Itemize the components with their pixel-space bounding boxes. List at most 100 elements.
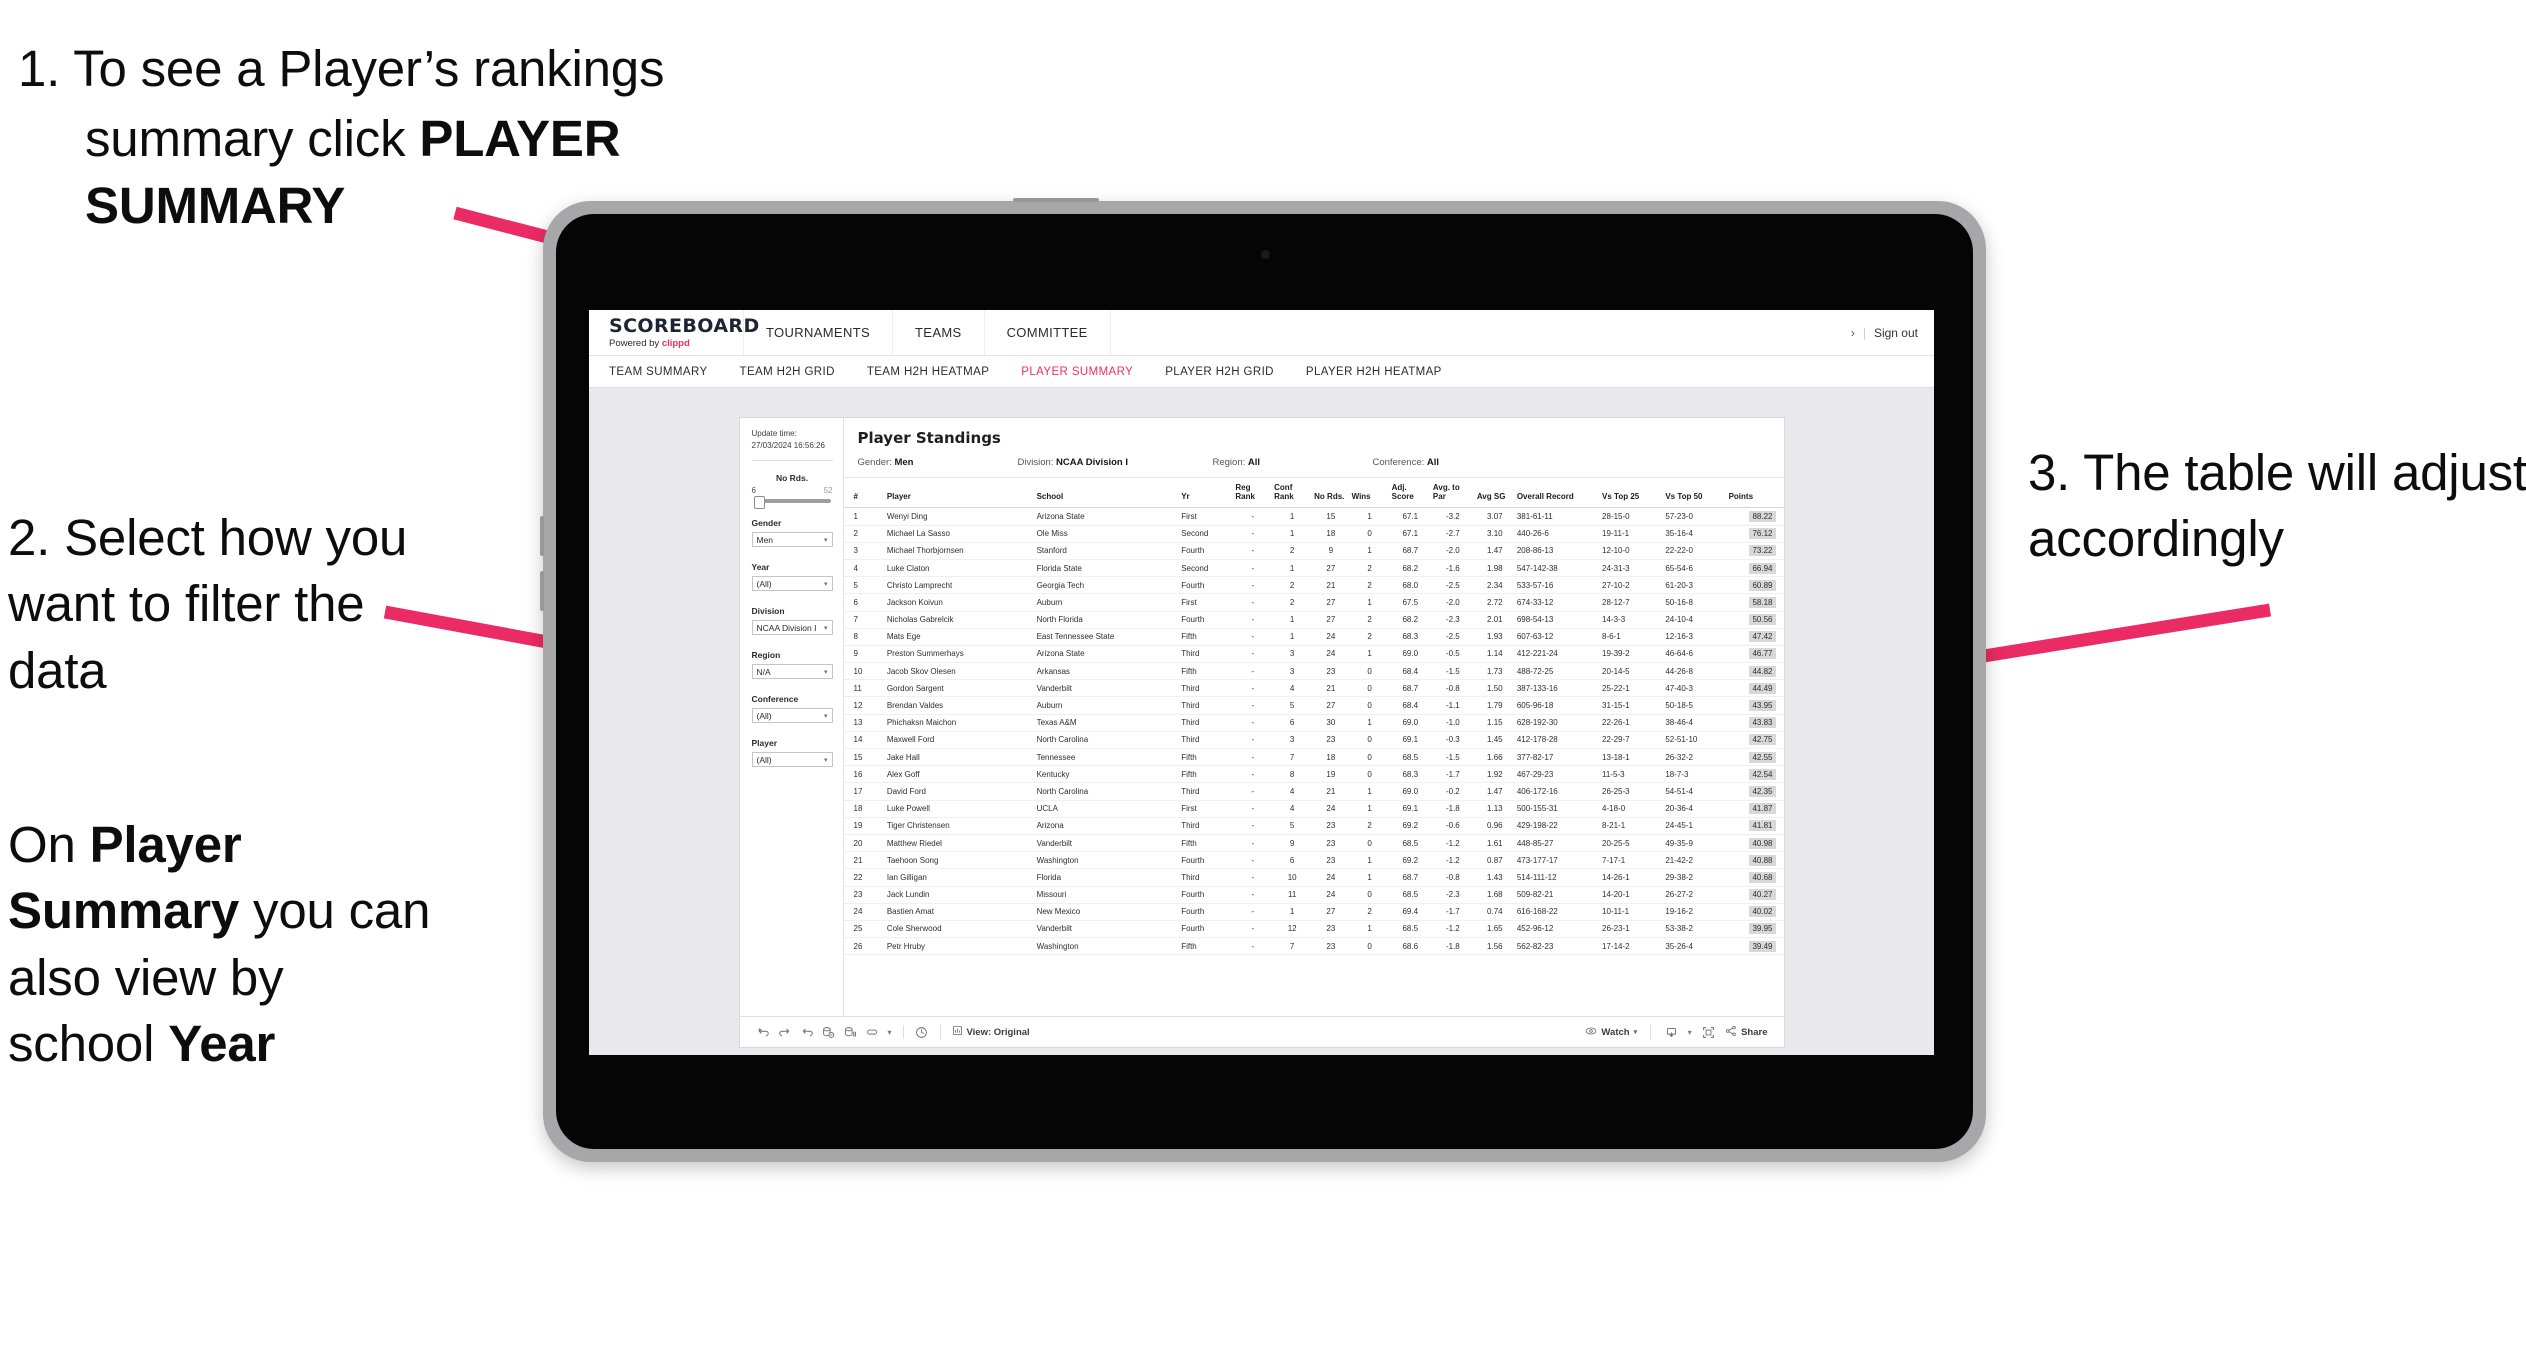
download-caret-icon[interactable]: ▾ [1684, 1028, 1695, 1037]
col-reg-rank[interactable]: Reg Rank [1233, 478, 1273, 509]
table-row[interactable]: 23 Jack Lundin Missouri Fourth -11 24 0 68.5 -2.… [843, 886, 1784, 904]
col-vs-top-25[interactable]: Vs Top 25 [1600, 478, 1664, 509]
cell-vs-top-50: 35-16-4 [1663, 525, 1727, 543]
col-player[interactable]: Player [884, 478, 1035, 509]
table-row[interactable]: 12 Brendan Valdes Auburn Third -5 27 0 68.4 -1.1… [843, 696, 1784, 715]
gender-select[interactable]: Men ▾ [751, 532, 833, 548]
revert-icon[interactable] [796, 1026, 818, 1038]
division-select[interactable]: NCAA Division I ▾ [751, 620, 833, 636]
cell-reg-rank: - [1233, 920, 1273, 939]
col-points[interactable]: Points [1726, 478, 1784, 509]
col-vs-top-50[interactable]: Vs Top 50 [1663, 478, 1727, 509]
pause-icon[interactable] [911, 1026, 933, 1039]
redo-icon[interactable] [774, 1026, 796, 1038]
cell-overall-record: 488-72-25 [1514, 662, 1601, 681]
pause-auto-updates-icon[interactable] [840, 1026, 862, 1039]
table-row[interactable]: 11 Gordon Sargent Vanderbilt Third -4 21 0 68.7… [843, 679, 1784, 698]
cell-avg-to-par: -2.0 [1430, 542, 1475, 560]
header-nav-committee[interactable]: COMMITTEE [985, 310, 1111, 355]
col-avg-to-par[interactable]: Avg. to Par [1430, 478, 1475, 509]
table-row[interactable]: 8 Mats Ege East Tennessee State Fifth -1 24 2 6… [843, 628, 1784, 646]
tab-team-h2h-heatmap[interactable]: TEAM H2H HEATMAP [867, 366, 1011, 378]
table-row[interactable]: 1 Wenyi Ding Arizona State First -1 15 1 67.1 -3… [843, 507, 1784, 526]
cell-rank: 19 [843, 817, 885, 835]
col-avg-sg[interactable]: Avg SG [1474, 478, 1515, 509]
cell-avg-sg: 1.47 [1474, 542, 1515, 560]
refresh-data-icon[interactable] [818, 1026, 840, 1039]
region-select[interactable]: N/A ▾ [751, 664, 833, 680]
tab-player-h2h-grid[interactable]: PLAYER H2H GRID [1165, 366, 1296, 378]
tab-team-h2h-grid[interactable]: TEAM H2H GRID [740, 366, 857, 378]
header-nav-teams[interactable]: TEAMS [893, 310, 985, 355]
share-button[interactable]: Share [1721, 1025, 1771, 1040]
cell-yr: Second [1179, 525, 1234, 543]
col-school[interactable]: School [1034, 478, 1180, 509]
col-wins[interactable]: Wins [1349, 478, 1390, 509]
table-row[interactable]: 15 Jake Hall Tennessee Fifth -7 18 0 68.5 -1.5 1.… [843, 748, 1784, 767]
table-row[interactable]: 20 Matthew Riedel Vanderbilt Fifth -9 23 0 68.5… [843, 834, 1784, 853]
col-yr[interactable]: Yr [1179, 478, 1234, 509]
header-nav-tournaments[interactable]: TOURNAMENTS [744, 310, 894, 355]
cell-avg-to-par: -1.6 [1430, 559, 1475, 578]
table-row[interactable]: 4 Luke Claton Florida State Second -1 27 2 68.2… [843, 559, 1784, 578]
tab-player-summary[interactable]: PLAYER SUMMARY [1021, 366, 1155, 378]
table-row[interactable]: 7 Nicholas Gabrelcik North Florida Fourth -1… [843, 611, 1784, 629]
power-button[interactable] [1013, 198, 1099, 202]
highlight-caret-icon[interactable]: ▾ [884, 1028, 896, 1037]
watch-button[interactable]: Watch ▾ [1581, 1025, 1641, 1040]
table-row[interactable]: 14 Maxwell Ford North Carolina Third -3 23 0 69… [843, 731, 1784, 750]
table-row[interactable]: 17 David Ford North Carolina Third -4 21 1 69.0… [843, 782, 1784, 801]
table-row[interactable]: 26 Petr Hruby Washington Fifth -7 23 0 68.6 -1.8… [843, 937, 1784, 956]
cell-avg-to-par: -0.2 [1430, 782, 1475, 801]
table-row[interactable]: 21 Taehoon Song Washington Fourth -6 23 1 69.2-… [843, 851, 1784, 870]
table-row[interactable]: 9 Preston Summerhays Arizona State Third -3 2… [843, 645, 1784, 664]
cell-school: Auburn [1034, 696, 1180, 715]
brand-logo[interactable]: SCOREBOARD Powered by clippd [589, 310, 759, 355]
cell-adj-score: 68.2 [1389, 611, 1431, 629]
table-row[interactable]: 16 Alex Goff Kentucky Fifth -8 19 0 68.3 -1.7 1.9… [843, 765, 1784, 784]
cell-no-rds: 27 [1312, 559, 1350, 578]
view-original-button[interactable]: View: Original [948, 1025, 1034, 1039]
watch-label: Watch [1601, 1026, 1630, 1038]
cell-points: 42.75 [1726, 731, 1784, 750]
cell-overall-record: 674-33-12 [1514, 593, 1601, 612]
player-select[interactable]: (All) ▾ [751, 752, 833, 768]
year-select[interactable]: (All) ▾ [751, 576, 833, 592]
table-row[interactable]: 18 Luke Powell UCLA First -4 24 1 69.1 -1.8 1.13 5… [843, 800, 1784, 818]
table-row[interactable]: 24 Bastien Amat New Mexico Fourth -1 27 2 69.4-… [843, 903, 1784, 921]
volume-up-button[interactable] [540, 516, 544, 556]
col-rank[interactable]: # [843, 478, 885, 509]
conference-select[interactable]: (All) ▾ [751, 708, 833, 724]
table-row[interactable]: 19 Tiger Christensen Arizona Third -5 23 2 69.2… [843, 817, 1784, 835]
col-conf-rank[interactable]: Conf Rank [1272, 478, 1313, 509]
cell-rank: 5 [843, 576, 885, 595]
table-row[interactable]: 13 Phichaksn Maichon Texas A&M Third -6 30 1 69… [843, 714, 1784, 732]
chevron-right-icon[interactable]: › [1851, 326, 1855, 340]
table-row[interactable]: 22 Ian Gilligan Florida Third -10 24 1 68.7 -0.8… [843, 868, 1784, 887]
table-row[interactable]: 6 Jackson Koivun Auburn First -2 27 1 67.5 -2.0 2… [843, 593, 1784, 612]
table-row[interactable]: 2 Michael La Sasso Ole Miss Second -1 18 0 67.1… [843, 525, 1784, 543]
cell-school: Arkansas [1034, 662, 1180, 681]
no-rds-slider[interactable] [753, 495, 831, 509]
col-no-rds[interactable]: No Rds. [1312, 478, 1350, 509]
fullscreen-icon[interactable] [1697, 1026, 1719, 1039]
tab-team-summary[interactable]: TEAM SUMMARY [609, 366, 730, 378]
cell-rank: 26 [843, 937, 885, 956]
player-select-value: (All) [756, 754, 772, 765]
col-adj-score[interactable]: Adj. Score [1389, 478, 1431, 509]
share-label: Share [1741, 1026, 1768, 1038]
sign-out-button[interactable]: Sign out [1874, 326, 1918, 340]
download-icon[interactable] [1660, 1026, 1682, 1039]
table-row[interactable]: 10 Jacob Skov Olesen Arkansas Fifth -3 23 0 68.… [843, 662, 1784, 681]
table-row[interactable]: 25 Cole Sherwood Vanderbilt Fourth -12 23 1 68.… [843, 920, 1784, 939]
undo-icon[interactable] [752, 1026, 774, 1038]
table-row[interactable]: 3 Michael Thorbjornsen Stanford Fourth -2 9 1 6… [843, 542, 1784, 560]
table-row[interactable]: 5 Christo Lamprecht Georgia Tech Fourth -2 21… [843, 576, 1784, 595]
highlight-icon[interactable] [862, 1026, 884, 1039]
tab-player-h2h-heatmap[interactable]: PLAYER H2H HEATMAP [1306, 366, 1464, 378]
col-overall-record[interactable]: Overall Record [1514, 478, 1601, 509]
cell-overall-record: 500-155-31 [1514, 800, 1601, 818]
volume-down-button[interactable] [540, 571, 544, 611]
no-rds-slider-handle[interactable] [753, 495, 765, 509]
cell-wins: 1 [1349, 714, 1390, 732]
